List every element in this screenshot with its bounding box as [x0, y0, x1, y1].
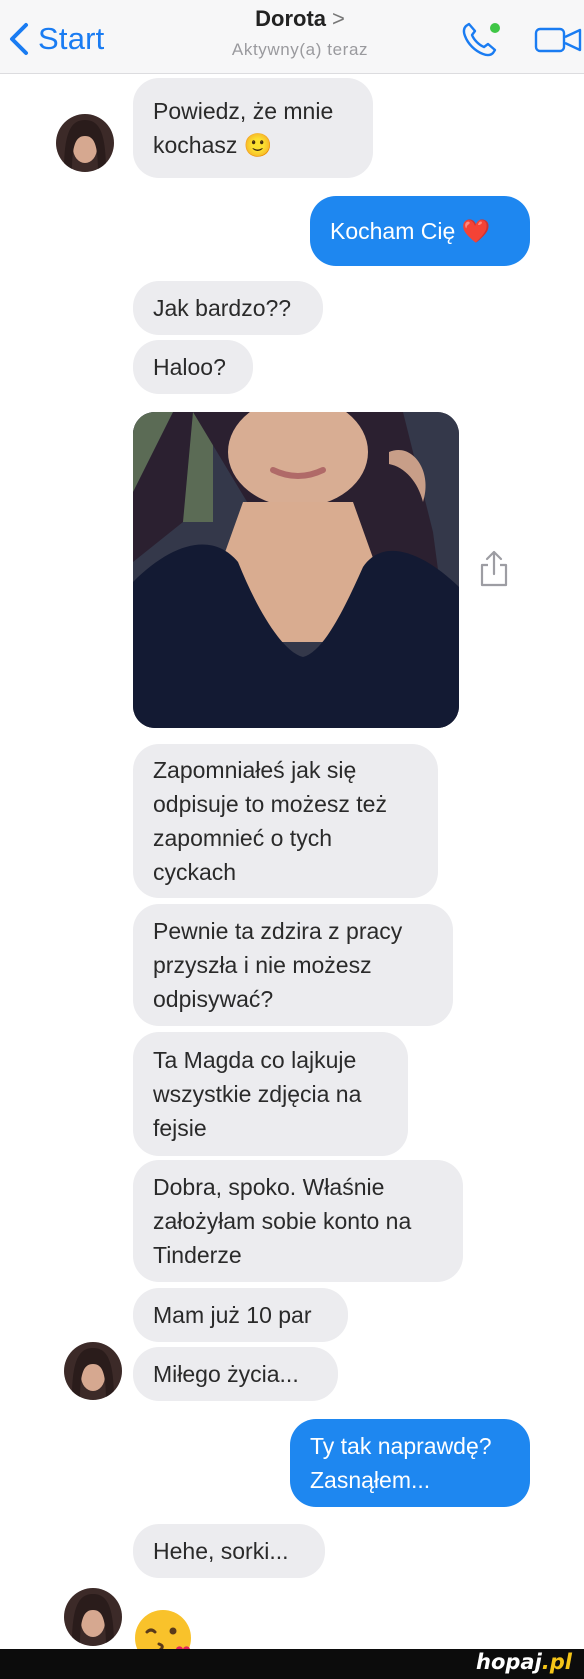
- contact-avatar[interactable]: [64, 1342, 122, 1400]
- message-incoming[interactable]: Miłego życia...: [133, 1347, 338, 1401]
- back-label: Start: [38, 21, 105, 56]
- message-incoming[interactable]: Haloo?: [133, 340, 253, 394]
- message-incoming[interactable]: Dobra, spoko. Właśnie założyłam sobie ko…: [133, 1160, 463, 1282]
- message-incoming[interactable]: Jak bardzo??: [133, 281, 323, 335]
- message-outgoing[interactable]: Kocham Cię ❤️: [310, 196, 530, 266]
- message-outgoing[interactable]: Ty tak naprawdę? Zasnąłem...: [290, 1419, 530, 1507]
- chevron-left-icon: [10, 23, 28, 55]
- video-camera-icon[interactable]: [534, 24, 584, 56]
- contact-status: Aktywny(a) teraz: [231, 40, 369, 59]
- message-incoming[interactable]: Zapomniałeś jak się odpisuje to możesz t…: [133, 744, 438, 898]
- phone-icon[interactable]: [458, 20, 504, 60]
- photo-message[interactable]: [133, 412, 459, 728]
- back-button[interactable]: Start: [6, 20, 104, 58]
- message-incoming[interactable]: Powiedz, że mnie kochasz 🙂: [133, 78, 373, 178]
- watermark-bar: hopaj.pl: [0, 1649, 584, 1679]
- chevron-right-icon: >: [332, 6, 345, 31]
- watermark-logo: hopaj.pl: [476, 1650, 572, 1674]
- contact-name: Dorota: [255, 6, 327, 31]
- message-incoming[interactable]: Ta Magda co lajkuje wszystkie zdjęcia na…: [133, 1032, 408, 1156]
- contact-avatar[interactable]: [56, 114, 114, 172]
- message-incoming[interactable]: Pewnie ta zdzira z pracy przyszła i nie …: [133, 904, 453, 1026]
- message-incoming[interactable]: Hehe, sorki...: [133, 1524, 325, 1578]
- contact-avatar[interactable]: [64, 1588, 122, 1646]
- chat-header: Start Dorota > Aktywny(a) teraz: [0, 0, 584, 74]
- message-incoming[interactable]: Mam już 10 par: [133, 1288, 348, 1342]
- contact-title[interactable]: Dorota > Aktywny(a) teraz: [150, 6, 450, 60]
- share-icon[interactable]: [478, 548, 510, 588]
